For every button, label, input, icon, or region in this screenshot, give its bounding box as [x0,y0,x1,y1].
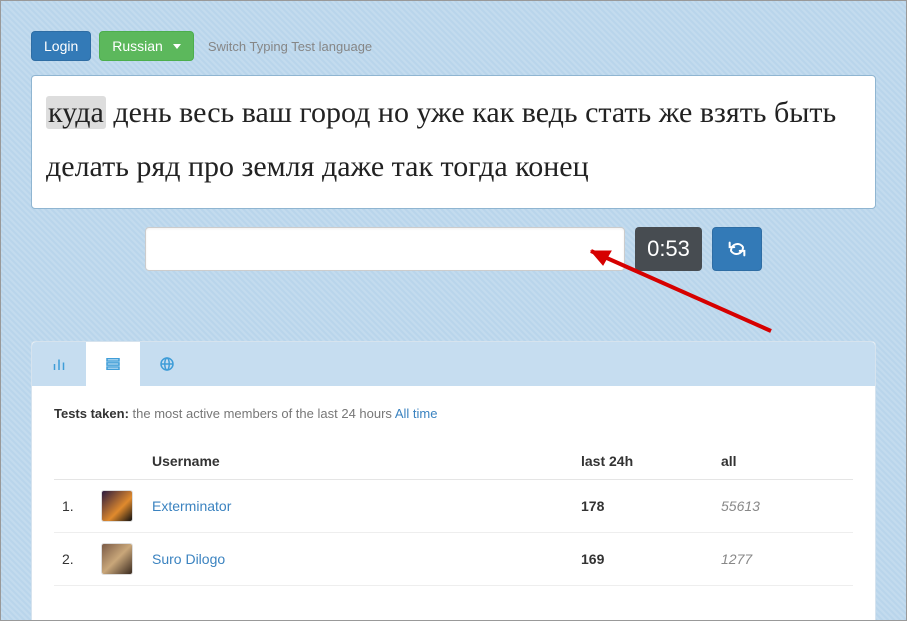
word: но [378,96,409,129]
avatar-cell [94,533,144,586]
word: город [299,96,370,129]
word: стать [585,96,651,129]
word: взять [700,96,767,129]
tests-taken-label: Tests taken: [54,406,129,421]
typing-input[interactable] [145,227,625,271]
word: быть [774,96,836,129]
all-cell: 55613 [713,480,853,533]
word: земля [242,150,315,183]
globe-icon [158,355,176,373]
word: даже [322,150,384,183]
login-label: Login [44,38,78,54]
switch-language-note: Switch Typing Test language [208,39,372,54]
bar-chart-icon [50,355,68,373]
col-avatar [94,443,144,480]
timer-value: 0:53 [647,236,690,262]
word: так [392,150,433,183]
table-row: 1. Exterminator 17855613 [54,480,853,533]
username-link[interactable]: Exterminator [152,498,231,514]
input-row: 0:53 [31,227,876,271]
leaderboard-table: Username last 24h all 1. Exterminator 1785… [54,443,853,586]
last24-cell: 169 [573,533,713,586]
word: как [472,96,514,129]
word: делать [46,150,129,183]
rank-cell: 1. [54,480,94,533]
top-bar: Login Russian Switch Typing Test languag… [31,31,876,61]
word: про [188,150,234,183]
col-all: all [713,443,853,480]
word: тогда [441,150,508,183]
word: день [113,96,171,129]
username-cell: Exterminator [144,480,573,533]
word: весь [179,96,234,129]
language-dropdown[interactable]: Russian [99,31,194,61]
tests-taken-desc: the most active members of the last 24 h… [133,406,392,421]
word: конец [515,150,588,183]
chevron-down-icon [173,44,181,49]
tab-leaderboard[interactable] [86,342,140,386]
tab-global[interactable] [140,342,194,386]
word: уже [416,96,464,129]
all-time-link[interactable]: All time [395,406,438,421]
tab-chart[interactable] [32,342,86,386]
login-button[interactable]: Login [31,31,91,61]
word: ваш [242,96,292,129]
language-label: Russian [112,38,163,54]
refresh-icon [726,238,748,260]
avatar-cell [94,480,144,533]
list-icon [104,355,122,373]
tests-taken-line: Tests taken: the most active members of … [54,406,853,421]
table-row: 2. Suro Dilogo 1691277 [54,533,853,586]
word: куда [46,96,106,129]
last24-cell: 178 [573,480,713,533]
avatar [102,491,132,521]
tabs [32,342,875,386]
timer-display: 0:53 [635,227,702,271]
col-username: Username [144,443,573,480]
word: ведь [522,96,578,129]
col-rank [54,443,94,480]
reset-button[interactable] [712,227,762,271]
rank-cell: 2. [54,533,94,586]
avatar [102,544,132,574]
word: ряд [136,150,180,183]
word: же [659,96,693,129]
username-link[interactable]: Suro Dilogo [152,551,225,567]
word-panel: куда день весь ваш город но уже как ведь… [31,75,876,209]
username-cell: Suro Dilogo [144,533,573,586]
stats-panel: Tests taken: the most active members of … [31,341,876,621]
all-cell: 1277 [713,533,853,586]
col-last24: last 24h [573,443,713,480]
